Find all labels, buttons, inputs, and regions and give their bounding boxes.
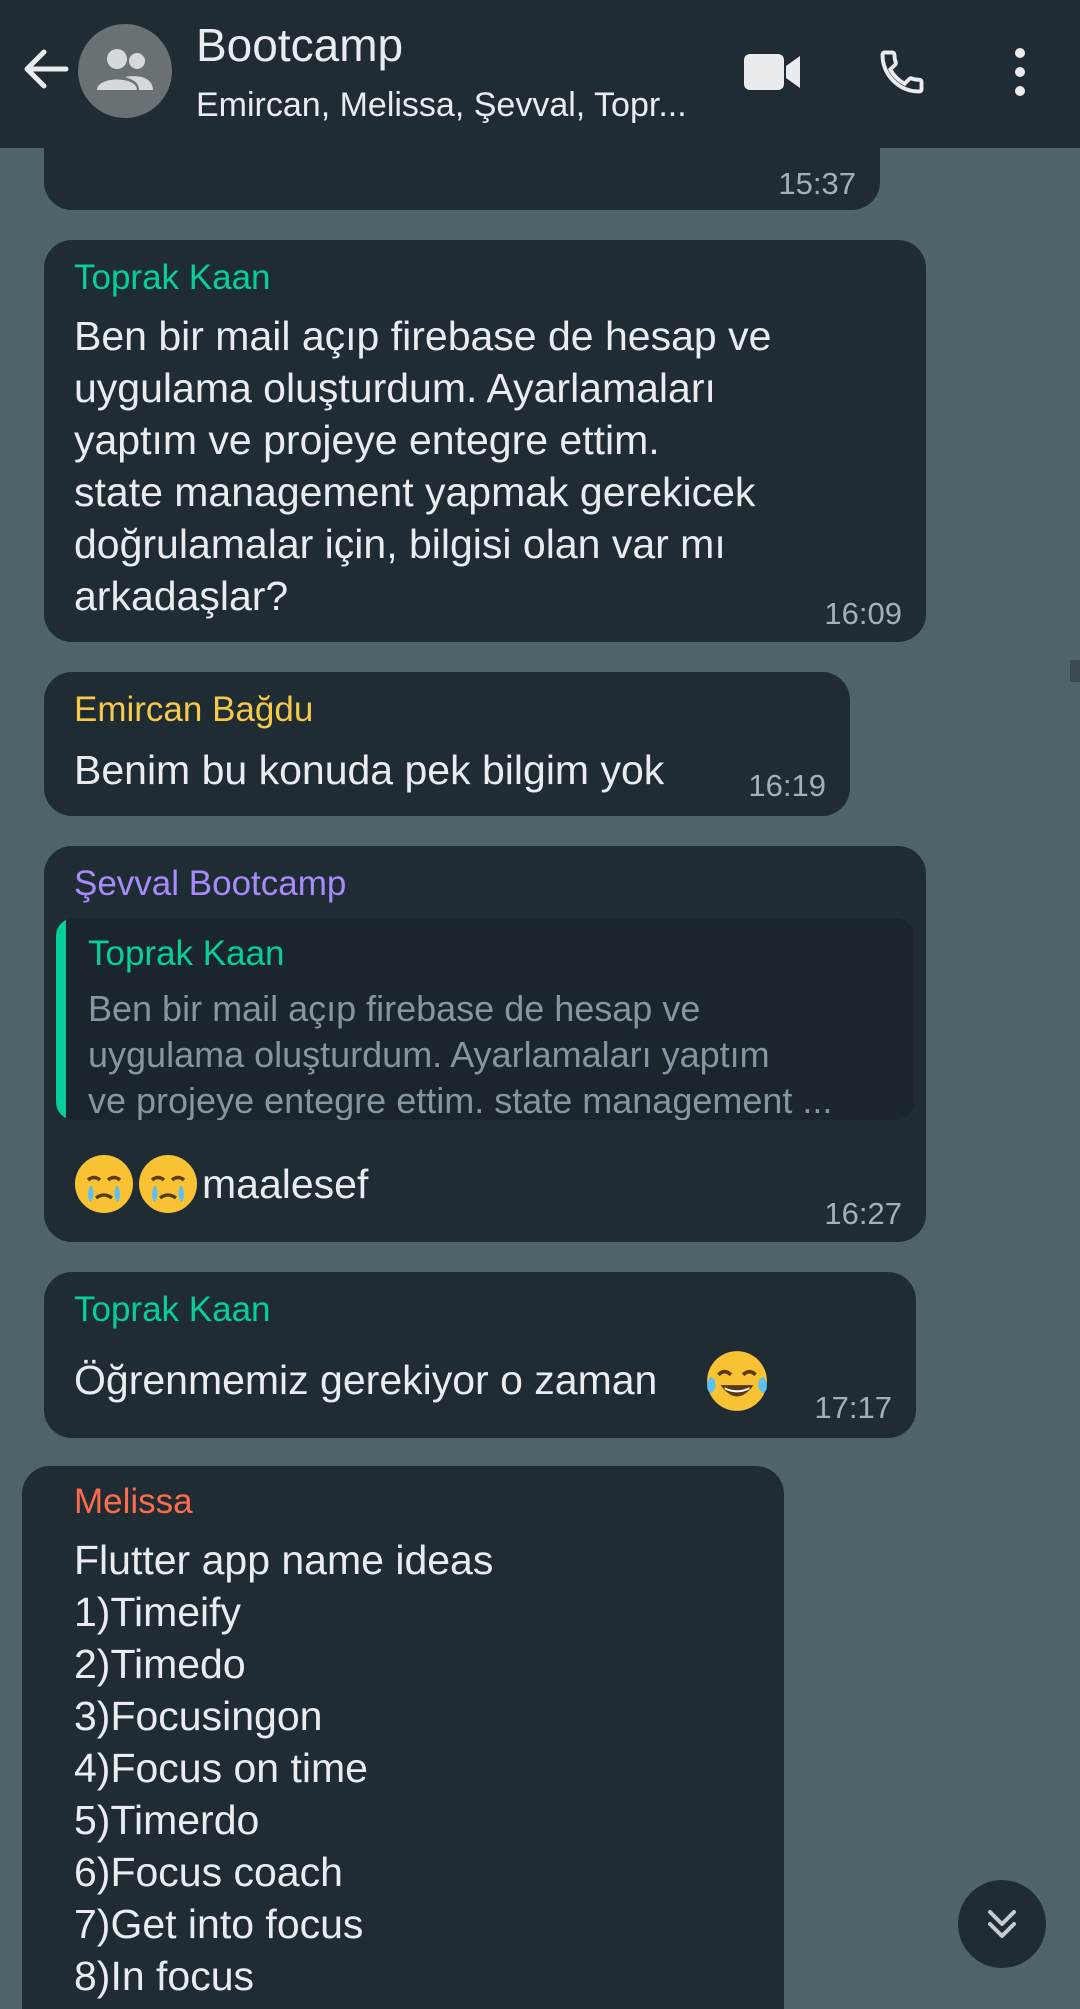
message-bubble[interactable]: Melissa Flutter app name ideas 1)Timeify… [22,1466,784,2009]
double-chevron-down-icon [988,1910,1016,1938]
message-text: Öğrenmemiz gerekiyor o zaman [74,1357,658,1403]
message-time: 16:27 [824,1196,902,1231]
tears-of-joy-emoji [707,1351,767,1411]
message-bubble[interactable]: Toprak Kaan Öğrenmemiz gerekiyor o zaman… [44,1272,916,1438]
quoted-text: Ben bir mail açıp firebase de hesap ve u… [88,988,833,1120]
message-text: Benim bu konuda pek bilgim yok [74,747,665,793]
quoted-message[interactable]: Toprak Kaan Ben bir mail açıp firebase d… [56,918,914,1120]
group-avatar[interactable] [78,24,172,118]
message-text: Flutter app name ideas 1)Timeify 2)Timed… [74,1537,494,1999]
face-holding-back-tears-emoji [75,1155,133,1213]
message-time: 17:17 [814,1390,892,1425]
message-sender: Toprak Kaan [74,258,271,297]
message-bubble[interactable]: Emircan Bağdu Benim bu konuda pek bilgim… [44,672,850,816]
message-sender: Toprak Kaan [74,1290,271,1329]
message-time: 16:19 [748,768,826,803]
message-sender: Melissa [74,1482,193,1521]
chat-title[interactable]: Bootcamp [196,18,403,72]
scroll-to-bottom-button[interactable] [958,1880,1046,1968]
video-call-icon[interactable] [742,50,802,94]
message-text: maalesef [202,1161,369,1207]
chat-header: Bootcamp Emircan, Melissa, Şevval, Topr.… [0,0,1080,148]
phone-call-icon[interactable] [876,46,928,98]
message-bubble[interactable]: Toprak Kaan Ben bir mail açıp firebase d… [44,240,926,642]
quoted-sender: Toprak Kaan [88,934,285,973]
message-text: Ben bir mail açıp firebase de hesap ve u… [74,313,772,619]
message-sender: Şevval Bootcamp [74,864,347,903]
chat-participants[interactable]: Emircan, Melissa, Şevval, Topr... [196,86,687,125]
message-time: 16:09 [824,596,902,631]
quote-accent-bar [56,918,66,1120]
back-arrow-icon[interactable] [18,42,72,96]
message-time: 15:37 [778,166,856,201]
face-holding-back-tears-emoji [139,1155,197,1213]
message-bubble[interactable]: Şevval Bootcamp Toprak Kaan Ben bir mail… [44,846,926,1242]
more-options-icon[interactable] [1000,46,1040,98]
scroll-indicator [1070,660,1080,682]
message-sender: Emircan Bağdu [74,690,314,729]
group-avatar-icon [97,49,153,90]
